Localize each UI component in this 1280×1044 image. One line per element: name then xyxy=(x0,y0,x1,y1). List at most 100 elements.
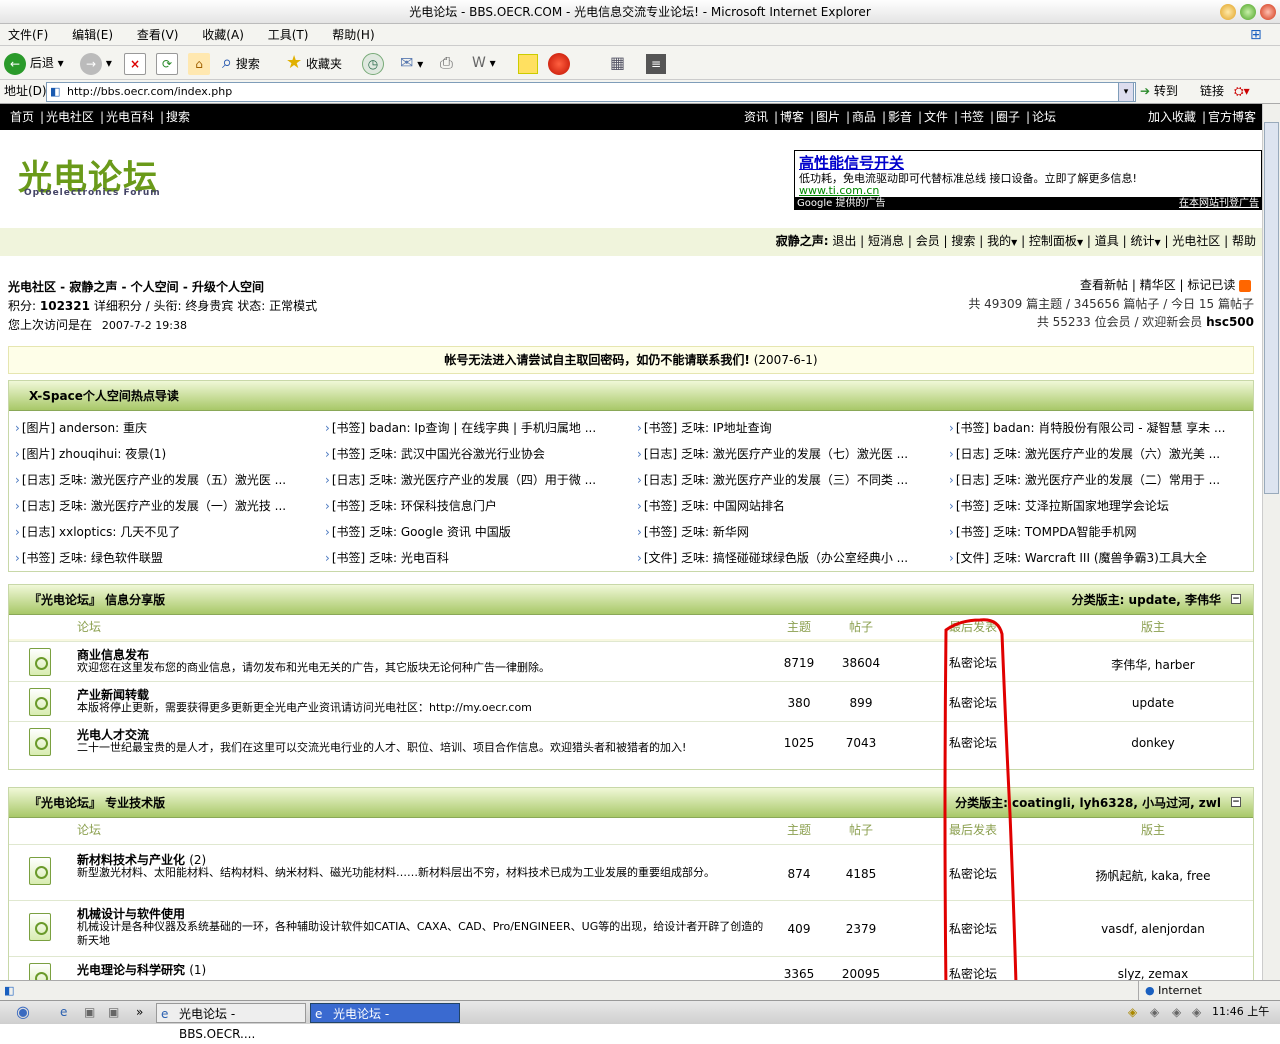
forum-row[interactable]: 光电理论与科学研究 (1) 3365 20095 私密论坛 slyz, zema… xyxy=(9,956,1253,981)
xspace-item[interactable]: › [文件] 乏味: 搞怪碰碰球绿色版（办公室经典小 ... xyxy=(637,549,937,566)
user-mine[interactable]: 我的 xyxy=(987,234,1011,248)
xspace-item[interactable]: › [书签] badan: Ip查询 | 在线字典 | 手机归属地 ... xyxy=(325,419,625,436)
xspace-item[interactable]: › [书签] 乏味: 绿色软件联盟 xyxy=(15,549,315,566)
page-scrollbar[interactable] xyxy=(1262,104,1280,980)
forward-button[interactable]: → ▾ xyxy=(80,51,112,75)
tool-button-1[interactable]: ▦ xyxy=(610,51,625,75)
tray-icon[interactable]: ◈ xyxy=(1192,1001,1201,1023)
start-button[interactable]: ◉ xyxy=(16,1001,30,1023)
favorites-button[interactable]: ★ 收藏夹 xyxy=(286,51,342,75)
nav-circles[interactable]: 圈子 xyxy=(996,104,1020,130)
nav-goods[interactable]: 商品 xyxy=(852,104,876,130)
user-members[interactable]: 会员 xyxy=(916,234,940,248)
ad-url[interactable]: www.ti.com.cn xyxy=(799,184,879,197)
back-button[interactable]: ← 后退 ▾ xyxy=(4,51,64,75)
scrollbar-thumb[interactable] xyxy=(1264,122,1279,494)
address-input[interactable]: ◧ http://bbs.oecr.com/index.php xyxy=(46,82,1136,102)
search-button[interactable]: ⌕ 搜索 xyxy=(222,51,260,75)
ad-advertise-link[interactable]: 在本网站刊登广告 xyxy=(1179,197,1259,210)
forum-row[interactable]: 机械设计与软件使用 机械设计是各种仪器及系统基础的一环，各种辅助设计软件如CAT… xyxy=(9,900,1253,956)
menu-file[interactable]: 文件(F) xyxy=(8,28,48,42)
clock[interactable]: 11:46 上午 xyxy=(1212,1001,1269,1023)
xspace-item[interactable]: › [书签] 乏味: Google 资讯 中国版 xyxy=(325,523,625,540)
forum-row[interactable]: 光电人才交流 二十一世纪最宝贵的是人才，我们在这里可以交流光电行业的人才、职位、… xyxy=(9,721,1253,761)
mail-button[interactable]: ✉ ▾ xyxy=(400,51,423,75)
tray-icon[interactable]: ◈ xyxy=(1128,1001,1137,1023)
tomato-button[interactable] xyxy=(548,51,570,75)
refresh-button[interactable]: ⟳ xyxy=(156,51,178,75)
nav-community[interactable]: 光电社区 xyxy=(46,104,94,130)
xspace-item[interactable]: › [书签] 乏味: 艾泽拉斯国家地理学会论坛 xyxy=(949,497,1249,514)
xspace-item[interactable]: › [日志] 乏味: 激光医疗产业的发展（四）用于微 ... xyxy=(325,471,625,488)
menu-help[interactable]: 帮助(H) xyxy=(332,28,374,42)
xspace-item[interactable]: › [书签] 乏味: 光电百科 xyxy=(325,549,625,566)
google-ad[interactable]: 高性能信号开关 低功耗，免电流驱动即可代替标准总线 接口设备。立即了解更多信息!… xyxy=(794,150,1262,210)
links-button[interactable]: 链接 xyxy=(1200,80,1224,102)
maximize-button[interactable] xyxy=(1240,4,1256,20)
tool-button-2[interactable]: ≡ xyxy=(646,51,666,75)
address-dropdown[interactable]: ▾ xyxy=(1118,82,1134,102)
xspace-item[interactable]: › [日志] 乏味: 激光医疗产业的发展（五）激光医 ... xyxy=(15,471,315,488)
nav-bookmarks[interactable]: 书签 xyxy=(960,104,984,130)
newest-member-link[interactable]: hsc500 xyxy=(1206,315,1254,329)
forum-title[interactable]: 新材料技术与产业化 xyxy=(77,853,185,867)
forum-title[interactable]: 光电理论与科学研究 xyxy=(77,963,185,977)
nav-blog[interactable]: 博客 xyxy=(780,104,804,130)
home-button[interactable]: ⌂ xyxy=(188,51,210,75)
breadcrumb[interactable]: 光电社区 - 寂静之声 - 个人空间 - 升级个人空间 xyxy=(8,278,264,295)
user-messages[interactable]: 短消息 xyxy=(868,234,904,248)
go-button[interactable]: ➔ 转到 xyxy=(1140,80,1178,102)
collapse-icon[interactable]: − xyxy=(1231,797,1241,807)
discuss-button[interactable] xyxy=(518,51,538,75)
forum-moderators[interactable]: slyz, zemax xyxy=(1053,967,1253,981)
edit-button[interactable]: W ▾ xyxy=(472,51,496,75)
quicklaunch-icon[interactable]: ▣ xyxy=(108,1001,119,1023)
forum-row[interactable]: 商业信息发布 欢迎您在这里发布您的商业信息，请勿发布和光电无关的广告，其它版块无… xyxy=(9,641,1253,681)
user-logout[interactable]: 退出 xyxy=(832,234,856,248)
nav-search[interactable]: 搜索 xyxy=(166,104,190,130)
forum-row[interactable]: 产业新闻转载 本版将停止更新，需要获得更多更新更全光电产业资讯请访问光电社区：h… xyxy=(9,681,1253,721)
collapse-icon[interactable]: − xyxy=(1231,594,1241,604)
forum-moderators[interactable]: 李伟华, harber xyxy=(1053,656,1253,673)
section-title[interactable]: 『光电论坛』 信息分享版 xyxy=(29,593,165,607)
user-props[interactable]: 道具 xyxy=(1095,234,1119,248)
xspace-item[interactable]: › [书签] 乏味: 武汉中国光谷激光行业协会 xyxy=(325,445,625,462)
xspace-item[interactable]: › [日志] xxloptics: 几天不见了 xyxy=(15,523,315,540)
xspace-item[interactable]: › [书签] 乏味: 新华网 xyxy=(637,523,937,540)
section-title[interactable]: 『光电论坛』 专业技术版 xyxy=(29,796,165,810)
nav-forum[interactable]: 论坛 xyxy=(1032,104,1056,130)
rss-icon[interactable] xyxy=(1239,279,1252,292)
user-search[interactable]: 搜索 xyxy=(951,234,975,248)
nav-news[interactable]: 资讯 xyxy=(744,104,768,130)
xspace-item[interactable]: › [书签] 乏味: TOMPDA智能手机网 xyxy=(949,523,1249,540)
forum-moderators[interactable]: 扬帆起航, kaka, free xyxy=(1053,867,1253,884)
nav-add-favorite[interactable]: 加入收藏 xyxy=(1148,104,1196,130)
xspace-item[interactable]: › [图片] zhouqihui: 夜景(1) xyxy=(15,445,315,462)
nav-images[interactable]: 图片 xyxy=(816,104,840,130)
announcement[interactable]: 帐号无法进入请尝试自主取回密码，如仍不能请联系我们! (2007-6-1) xyxy=(8,346,1254,374)
quicklaunch-ie-icon[interactable]: e xyxy=(60,1001,67,1023)
user-stats[interactable]: 统计 xyxy=(1130,234,1154,248)
xspace-item[interactable]: › [日志] 乏味: 激光医疗产业的发展（一）激光技 ... xyxy=(15,497,315,514)
forum-row[interactable]: 新材料技术与产业化 (2) 新型激光材料、太阳能材料、结构材料、纳米材料、磁光功… xyxy=(9,844,1253,900)
xspace-item[interactable]: › [书签] 乏味: 环保科技信息门户 xyxy=(325,497,625,514)
digest-link[interactable]: 精华区 xyxy=(1140,278,1176,292)
taskbar-item-active[interactable]: e 光电论坛 - BBS.OECR.... xyxy=(310,1003,460,1041)
quicklaunch-more-icon[interactable]: » xyxy=(136,1001,143,1023)
nav-home[interactable]: 首页 xyxy=(10,104,34,130)
menu-edit[interactable]: 编辑(E) xyxy=(72,28,113,42)
view-new-posts-link[interactable]: 查看新帖 xyxy=(1080,278,1128,292)
minimize-button[interactable] xyxy=(1220,4,1236,20)
history-button[interactable]: ◷ xyxy=(362,51,384,75)
ad-provider-link[interactable]: Google 提供的广告 xyxy=(797,197,885,210)
xspace-item[interactable]: › [日志] 乏味: 激光医疗产业的发展（七）激光医 ... xyxy=(637,445,937,462)
user-control-panel[interactable]: 控制面板 xyxy=(1029,234,1077,248)
forum-moderators[interactable]: update xyxy=(1053,696,1253,710)
xspace-item[interactable]: › [日志] 乏味: 激光医疗产业的发展（三）不同类 ... xyxy=(637,471,937,488)
xspace-item[interactable]: › [日志] 乏味: 激光医疗产业的发展（六）激光美 ... xyxy=(949,445,1249,462)
user-community[interactable]: 光电社区 xyxy=(1172,234,1220,248)
print-button[interactable]: ⎙ xyxy=(440,51,453,75)
taskbar-item[interactable]: e 光电论坛 - BBS.OECR.... xyxy=(156,1003,306,1041)
nav-media[interactable]: 影音 xyxy=(888,104,912,130)
user-help[interactable]: 帮助 xyxy=(1232,234,1256,248)
